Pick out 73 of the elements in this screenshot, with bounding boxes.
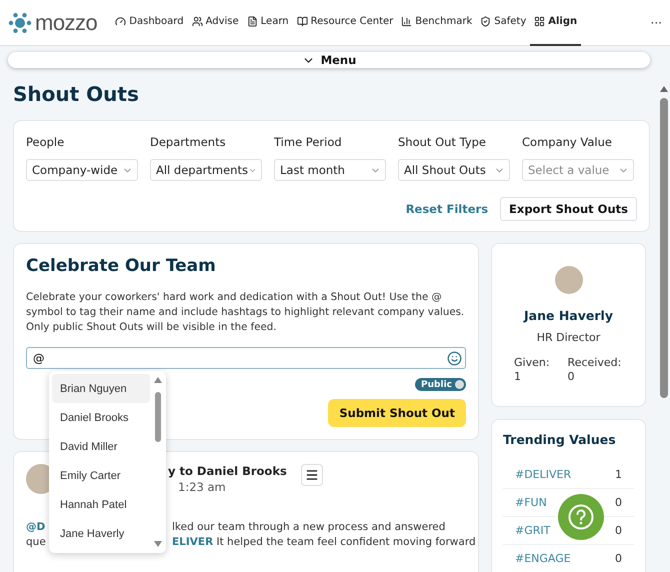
composer-title: Celebrate Our Team [26, 256, 217, 276]
post-text: ELIVER It helped the team feel confident moving forward [172, 535, 476, 550]
nav-tab[interactable]: Safety [476, 0, 530, 46]
emoji-icon[interactable] [447, 351, 462, 366]
stat-label: Received: [568, 356, 622, 370]
menu-icon [304, 468, 319, 482]
mention-option[interactable]: Hannah Patel [52, 490, 150, 519]
nav-tab[interactable]: Dashboard [111, 0, 188, 46]
value-tag[interactable]: #FUN [515, 496, 547, 509]
value-count: 0 [615, 552, 622, 565]
filter-label: Company Value [522, 135, 613, 149]
export-button[interactable]: Export Shout Outs [500, 197, 637, 221]
document-icon [246, 16, 258, 27]
logo-icon [8, 10, 32, 34]
filter-label: Departments [150, 135, 227, 149]
post-text: @D [26, 520, 46, 535]
post-time: 1:23 am [178, 480, 227, 494]
post-menu-button[interactable] [300, 464, 323, 486]
filter-label: Shout Out Type [398, 135, 487, 149]
menu-toggle[interactable]: Menu [8, 52, 650, 68]
stat-value: 0 [568, 370, 576, 384]
mention-option[interactable]: Jane Haverly [52, 519, 150, 548]
scroll-thumb[interactable] [660, 98, 668, 398]
nav-tab[interactable]: Resource Center [292, 0, 398, 46]
value-tag[interactable]: #ENGAGE [515, 552, 571, 565]
post-title: y to Daniel Brooks [168, 464, 287, 478]
profile-role: HR Director [536, 331, 600, 344]
grid-icon [534, 16, 546, 27]
nav-tab[interactable]: Benchmark [397, 0, 476, 46]
post-text: lked our team through a new process and answered [172, 520, 446, 535]
bar-chart-icon [401, 16, 412, 27]
public-toggle[interactable]: Public [415, 378, 466, 391]
scroll-up-icon[interactable] [660, 86, 668, 92]
gauge-icon [115, 16, 126, 27]
value-tag[interactable]: #GRIT [515, 524, 550, 537]
filter-select[interactable]: Company-wide [26, 159, 138, 181]
nav-tab[interactable]: Learn [242, 0, 293, 46]
scroll-up-icon[interactable] [154, 377, 162, 383]
value-count: 0 [615, 524, 622, 537]
help-icon [568, 504, 594, 530]
avatar [554, 266, 582, 294]
filter-select[interactable]: Last month [274, 159, 386, 181]
value-tag[interactable]: #DELIVER [515, 468, 572, 481]
more-menu[interactable]: ··· [650, 16, 662, 30]
mention-option[interactable]: David Miller [52, 432, 150, 461]
people-icon [192, 16, 203, 27]
shield-icon [480, 16, 492, 27]
book-icon [296, 16, 308, 27]
filter-label: People [26, 135, 66, 149]
nav-tab[interactable]: Advise [188, 0, 243, 46]
stat-value: 1 [514, 370, 522, 384]
value-count: 1 [615, 468, 622, 481]
scroll-down-icon[interactable] [154, 541, 162, 547]
filter-select[interactable]: All Shout Outs [398, 159, 510, 181]
post-text: que [26, 535, 46, 550]
brand-name: mozzo [35, 10, 98, 36]
stat-label: Given: [514, 356, 550, 370]
mention-option[interactable]: Emily Carter [52, 461, 150, 490]
value-count: 0 [615, 496, 622, 509]
filter-label: Time Period [274, 135, 343, 149]
reset-filters-link[interactable]: Reset Filters [406, 202, 488, 216]
trending-title: Trending Values [503, 432, 617, 447]
filter-select[interactable]: Select a value [522, 159, 634, 181]
filter-select[interactable]: All departments [150, 159, 262, 181]
scroll-thumb[interactable] [155, 392, 161, 442]
page-title: Shout Outs [13, 82, 140, 106]
nav-tab[interactable]: Align [530, 0, 582, 46]
submit-button[interactable]: Submit Shout Out [328, 399, 466, 427]
shout-out-field[interactable]: @ [26, 347, 466, 369]
mention-option[interactable]: Daniel Brooks [52, 403, 150, 432]
composer-description: Celebrate your coworkers' hard work and dedication with a Shout Out! Use the @ symbol to tag their name and include hashtags to highlight relevant company values. Only public Shout Outs will be visible in the feed. [26, 291, 466, 335]
mention-option[interactable]: Brian Nguyen [52, 374, 150, 403]
profile-name: Jane Haverly [524, 308, 613, 323]
